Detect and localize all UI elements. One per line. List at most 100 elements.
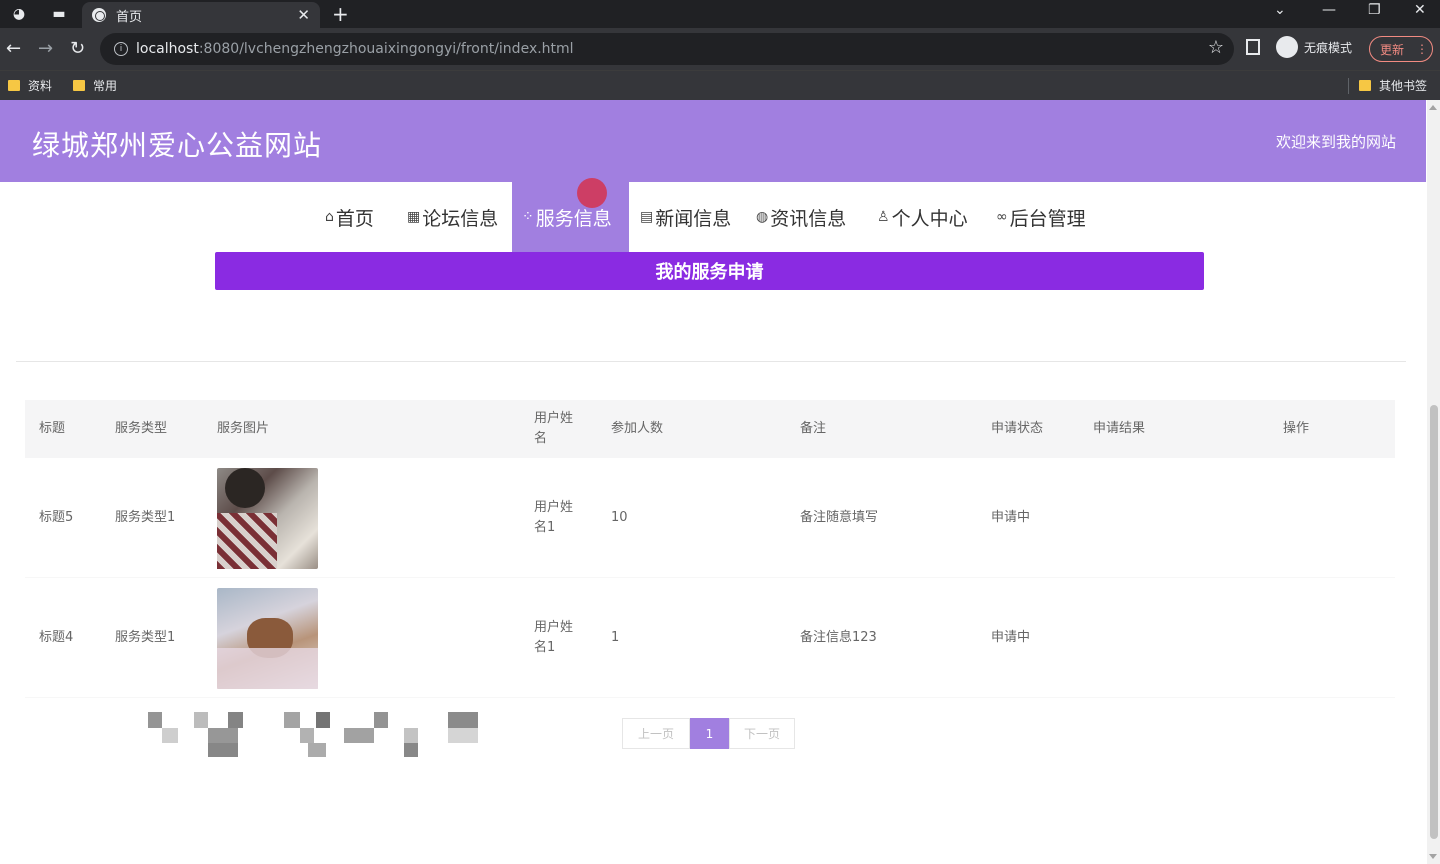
col-user-name: 用户姓名 — [534, 411, 574, 446]
nav-label: 后台管理 — [1009, 207, 1086, 230]
incognito-label: 无痕模式 — [1304, 40, 1353, 55]
bookmarks-bar: 资料 常用 其他书签 — [0, 70, 1440, 100]
bookmark-label: 资料 — [28, 79, 53, 93]
close-window-icon[interactable]: ✕ — [1414, 2, 1426, 18]
current-page-button[interactable]: 1 — [690, 718, 729, 749]
cell-note: 备注信息123 — [800, 630, 877, 645]
user-icon: ♙ — [877, 209, 890, 225]
address-bar: ← → ↻ i localhost:8080/lvchengzhengzhoua… — [0, 28, 1440, 70]
cell-note: 备注随意填写 — [800, 510, 879, 525]
scroll-down-icon[interactable] — [1429, 854, 1437, 859]
bookmark-folder-changyong[interactable]: 常用 — [73, 77, 117, 94]
nav-label: 论坛信息 — [422, 207, 499, 230]
prev-page-button[interactable]: 上一页 — [622, 718, 690, 749]
nav-label: 首页 — [335, 207, 374, 230]
table-header: 标题 服务类型 服务图片 用户姓名 参加人数 备注 申请状态 申请结果 操作 — [25, 400, 1395, 458]
browser-menu-icon[interactable]: ◕ — [8, 3, 30, 25]
table-row: 标题5 服务类型1 用户姓名1 10 备注随意填写 申请中 — [25, 458, 1395, 578]
divider — [16, 361, 1406, 362]
forward-icon[interactable]: → — [38, 38, 53, 59]
bookmark-star-icon[interactable]: ☆ — [1208, 37, 1224, 58]
bookmarks-divider — [1348, 78, 1349, 94]
minimize-icon[interactable]: — — [1322, 2, 1336, 18]
cell-status: 申请中 — [991, 510, 1031, 525]
update-label: 更新 — [1380, 42, 1405, 57]
cell-user-name: 用户姓名1 — [534, 500, 574, 535]
pixelated-watermark — [148, 698, 480, 758]
col-note: 备注 — [800, 421, 827, 436]
table-row: 标题4 服务类型1 用户姓名1 1 备注信息123 申请中 — [25, 578, 1395, 698]
next-page-button[interactable]: 下一页 — [729, 718, 795, 749]
grid-icon: ⁘ — [522, 209, 534, 225]
click-indicator — [577, 178, 607, 208]
url-host: localhost — [136, 41, 199, 57]
main-nav: ⌂ 首页 ▦ 论坛信息 ⁘ 服务信息 ▤ 新闻信息 ◍ 资讯信息 ♙ 个人中心 ∞ 后台管理 — [0, 182, 1426, 252]
reload-icon[interactable]: ↻ — [70, 38, 85, 59]
kebab-menu-icon: ⋮ — [1416, 42, 1429, 56]
page-scrollbar[interactable] — [1427, 100, 1440, 864]
cell-service-type: 服务类型1 — [115, 630, 176, 645]
service-image[interactable] — [217, 467, 318, 569]
other-bookmarks[interactable]: 其他书签 — [1359, 77, 1427, 94]
browser-tab-active[interactable]: 首页 ✕ — [82, 2, 320, 28]
nav-item-services[interactable]: ⁘ 服务信息 — [512, 182, 629, 252]
tab-search-icon[interactable]: ⌄ — [1274, 2, 1286, 18]
incognito-indicator[interactable]: 无痕模式 — [1276, 36, 1352, 58]
back-icon[interactable]: ← — [6, 38, 21, 59]
cell-status: 申请中 — [991, 630, 1031, 645]
nav-label: 新闻信息 — [655, 207, 732, 230]
close-tab-icon[interactable]: ✕ — [297, 6, 310, 24]
cell-service-image — [217, 458, 318, 578]
nav-item-home[interactable]: ⌂ 首页 — [325, 182, 374, 252]
news-icon: ▤ — [640, 209, 654, 225]
service-image[interactable] — [217, 587, 318, 689]
window-icon[interactable]: ▬ — [48, 3, 70, 25]
other-bookmarks-label: 其他书签 — [1379, 79, 1428, 93]
url-input[interactable]: i localhost:8080/lvchengzhengzhouaixingo… — [100, 33, 1234, 65]
update-button[interactable]: 更新 ⋮ — [1369, 36, 1433, 62]
scrollbar-thumb[interactable] — [1430, 405, 1438, 839]
pagination: 上一页 1 下一页 — [622, 718, 795, 749]
folder-icon — [73, 80, 85, 91]
tab-title: 首页 — [116, 9, 143, 25]
nav-label: 个人中心 — [891, 207, 968, 230]
site-title: 绿城郑州爱心公益网站 — [32, 129, 323, 162]
nav-item-info[interactable]: ◍ 资讯信息 — [756, 182, 846, 252]
nav-item-news[interactable]: ▤ 新闻信息 — [640, 182, 731, 252]
bookmark-folder-ziliao[interactable]: 资料 — [8, 77, 52, 94]
incognito-icon — [1276, 36, 1298, 58]
page-title-banner: 我的服务申请 — [215, 252, 1204, 290]
scroll-up-icon[interactable] — [1429, 105, 1437, 110]
cell-user-name: 用户姓名1 — [534, 620, 574, 655]
site-info-icon[interactable]: i — [114, 42, 128, 56]
forum-icon: ▦ — [407, 209, 421, 225]
col-result: 申请结果 — [1093, 421, 1146, 436]
nav-item-admin[interactable]: ∞ 后台管理 — [996, 182, 1086, 252]
home-icon: ⌂ — [325, 209, 334, 225]
cell-participants: 1 — [611, 630, 620, 645]
folder-icon — [8, 80, 20, 91]
nav-label: 服务信息 — [535, 207, 612, 230]
globe-icon: ◍ — [756, 209, 769, 225]
cell-service-image — [217, 578, 318, 698]
url-path: :8080/lvchengzhengzhouaixingongyi/front/… — [198, 41, 574, 57]
new-tab-icon[interactable]: + — [332, 2, 349, 26]
bookmark-label: 常用 — [93, 79, 118, 93]
col-service-type: 服务类型 — [115, 421, 168, 436]
col-status: 申请状态 — [991, 421, 1044, 436]
cell-title: 标题4 — [39, 630, 74, 645]
site-header: 绿城郑州爱心公益网站 欢迎来到我的网站 — [0, 100, 1426, 182]
col-service-image: 服务图片 — [217, 421, 270, 436]
col-title: 标题 — [39, 421, 66, 436]
side-panel-icon[interactable] — [1246, 39, 1260, 55]
service-apply-table: 标题 服务类型 服务图片 用户姓名 参加人数 备注 申请状态 申请结果 操作 标… — [25, 400, 1395, 698]
nav-item-forum[interactable]: ▦ 论坛信息 — [407, 182, 498, 252]
link-icon: ∞ — [996, 209, 1008, 225]
col-actions: 操作 — [1283, 421, 1310, 436]
browser-tab-bar: ◕ ▬ 首页 ✕ + ⌄ — ❐ ✕ — [0, 0, 1440, 28]
globe-icon — [92, 8, 106, 22]
maximize-icon[interactable]: ❐ — [1368, 2, 1381, 18]
cell-participants: 10 — [611, 510, 628, 525]
nav-item-profile[interactable]: ♙ 个人中心 — [877, 182, 968, 252]
cell-title: 标题5 — [39, 510, 74, 525]
